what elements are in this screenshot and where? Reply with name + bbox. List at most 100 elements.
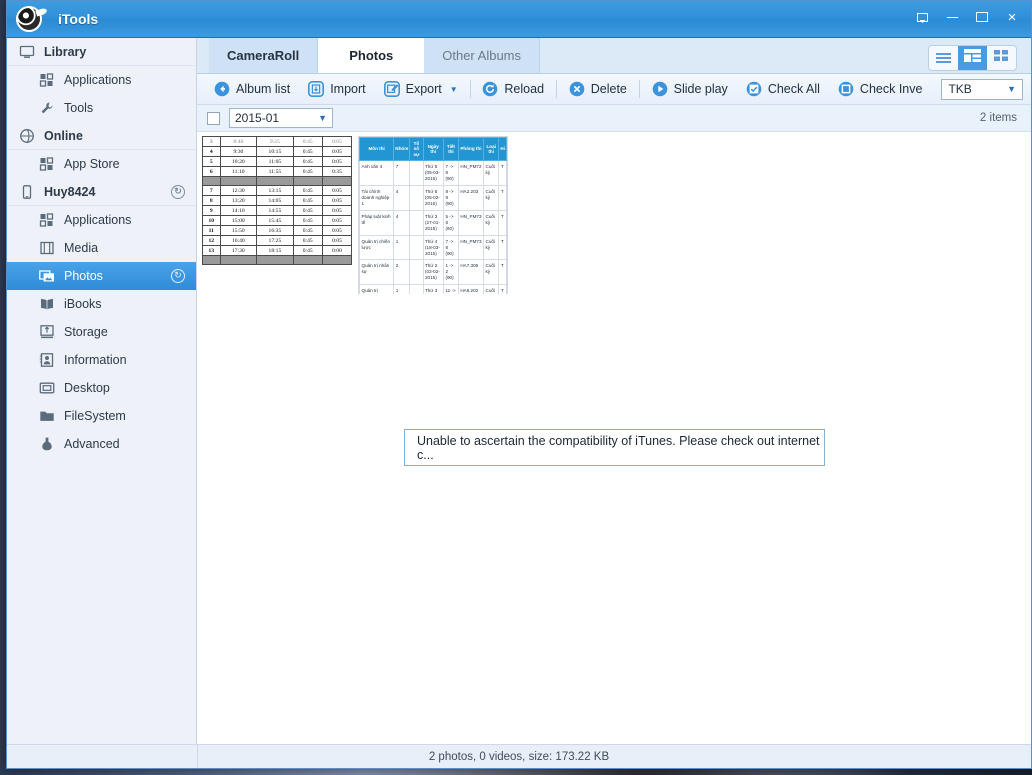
sidebar-item-filesystem[interactable]: FileSystem bbox=[7, 402, 196, 430]
slide-play-button[interactable]: Slide play bbox=[643, 77, 737, 102]
cell: Cuối kỳ bbox=[483, 259, 500, 286]
sidebar-item-desktop[interactable]: Desktop bbox=[7, 374, 196, 402]
cell: 4 bbox=[393, 209, 411, 236]
cell: Cuối kỳ bbox=[483, 184, 500, 211]
back-arrow-icon bbox=[214, 81, 230, 97]
compatibility-error-dialog[interactable]: Unable to ascertain the compatibility of… bbox=[404, 429, 825, 466]
cell: 11:55 bbox=[256, 166, 294, 177]
table-row: Anh văn 4 7 Thứ 5 (05-03-2015) 7 -> 8 (9… bbox=[358, 159, 507, 186]
tab-cameraroll[interactable]: CameraRoll bbox=[209, 37, 319, 73]
refresh-icon[interactable]: ↻ bbox=[171, 184, 185, 199]
book-icon bbox=[39, 296, 55, 312]
sidebar-item-label: Photos bbox=[64, 269, 103, 283]
cell: 0:45 bbox=[292, 215, 323, 226]
cell: HN_PM73 bbox=[457, 234, 485, 261]
cell: 0:45 bbox=[292, 156, 323, 167]
sidebar-item-label: Tools bbox=[64, 101, 94, 115]
cell: 18:15 bbox=[256, 245, 294, 256]
album-filter-select[interactable]: TKB ▼ bbox=[941, 78, 1023, 100]
table-row: Pháp luật kinh tế 4 Thứ 3 (27-01-2015) 5… bbox=[358, 209, 507, 236]
cell: 11:05 bbox=[256, 156, 294, 167]
cell bbox=[409, 159, 424, 186]
cell: Thứ 5 (05-02-2015) bbox=[422, 184, 444, 211]
maximize-button[interactable] bbox=[967, 5, 997, 29]
import-label: Import bbox=[330, 82, 366, 96]
sidebar-item-information[interactable]: Information bbox=[7, 346, 196, 374]
sidebar-item-app-store[interactable]: App Store bbox=[7, 150, 196, 178]
check-inverse-button[interactable]: Check Inve bbox=[829, 77, 932, 102]
cell: HA2.203 bbox=[457, 184, 485, 211]
cell: 7 -> 8 (90) bbox=[442, 159, 459, 186]
photo-thumbnail-timetable[interactable]: 3 8:40 9:25 0:45 0:05 4 9:30 10:15 0:45 bbox=[201, 136, 353, 294]
sidebar-item-media[interactable]: Media bbox=[7, 234, 196, 262]
grid-view-button[interactable] bbox=[987, 46, 1016, 70]
close-button[interactable]: × bbox=[997, 5, 1027, 29]
sidebar-item-advanced[interactable]: Advanced bbox=[7, 430, 196, 458]
cell: 5 -> 6 (60) bbox=[442, 209, 459, 236]
sidebar-group-online[interactable]: Online bbox=[7, 122, 196, 150]
cell: Thứ 2 (02-02-2015) bbox=[422, 259, 444, 286]
cell: Cuối kỳ bbox=[483, 284, 500, 294]
cell: 13 bbox=[202, 245, 221, 256]
cell: 0:05 bbox=[321, 146, 353, 157]
export-button[interactable]: Export ▼ bbox=[375, 77, 467, 102]
cell: HN_PM73 bbox=[457, 209, 485, 236]
sidebar-item-storage[interactable]: Storage bbox=[7, 318, 196, 346]
sidebar-item-label: Advanced bbox=[64, 437, 120, 451]
tab-photos[interactable]: Photos bbox=[318, 37, 425, 73]
delete-button[interactable]: Delete bbox=[560, 77, 636, 102]
sidebar-item-label: FileSystem bbox=[64, 409, 126, 423]
column-header: Tiết thi bbox=[442, 137, 459, 161]
cell: 1 -> 2 (90) bbox=[442, 259, 459, 286]
check-all-button[interactable]: Check All bbox=[737, 77, 829, 102]
cell: 13:20 bbox=[219, 195, 258, 206]
cell: 16:40 bbox=[219, 235, 258, 246]
table-row: 5 10:20 11:05 0:45 0:05 bbox=[202, 156, 353, 167]
album-list-button[interactable]: Album list bbox=[205, 77, 299, 102]
sidebar-item-applications[interactable]: Applications bbox=[7, 66, 196, 94]
cell: Quản trị chiến lược bbox=[358, 234, 395, 261]
chevron-down-icon[interactable]: ▼ bbox=[450, 85, 458, 94]
cell bbox=[409, 284, 424, 294]
tab-other-albums[interactable]: Other Albums bbox=[424, 37, 541, 73]
refresh-icon[interactable]: ↻ bbox=[171, 269, 185, 283]
date-group-select[interactable]: 2015-01 ▼ bbox=[229, 108, 333, 128]
check-inverse-label: Check Inve bbox=[859, 82, 923, 96]
cell: HN_PM72 bbox=[457, 159, 485, 186]
cell: 0:05 bbox=[321, 136, 353, 147]
cell: Thứ 4 (18-03-2015) bbox=[422, 234, 444, 261]
view-toggle-group bbox=[928, 45, 1017, 71]
sidebar-group-library[interactable]: Library bbox=[7, 38, 196, 66]
cell: 0:45 bbox=[292, 205, 323, 216]
skin-button[interactable] bbox=[907, 5, 937, 29]
sidebar-item-ibooks[interactable]: iBooks bbox=[7, 290, 196, 318]
sidebar-item-photos[interactable]: Photos ↻ bbox=[7, 262, 196, 290]
cell: 0:05 bbox=[321, 205, 353, 216]
cell: 0:05 bbox=[321, 185, 353, 196]
cell: 0:45 bbox=[292, 195, 323, 206]
sidebar: Library Applications Tools Online App St… bbox=[7, 38, 197, 744]
cell: 7 -> 8 (90) bbox=[442, 234, 459, 261]
cell: T bbox=[498, 259, 507, 286]
item-count-label: 2 items bbox=[979, 112, 1017, 124]
photo-thumbnail-exam-schedule[interactable]: Môn thi Nhóm Tổ số sự Ngày thi Tiết thi … bbox=[357, 136, 509, 294]
select-all-checkbox[interactable] bbox=[207, 111, 220, 125]
cell: 0:05 bbox=[321, 225, 353, 236]
cell: 0:35 bbox=[321, 166, 353, 177]
table-row: 9 14:10 14:55 0:45 0:05 bbox=[202, 205, 353, 216]
table-row: Quản trị nhân sự 2 Thứ 2 (02-02-2015) 1 … bbox=[358, 259, 507, 286]
table-row: 6 11:10 11:55 0:45 0:35 bbox=[202, 166, 353, 177]
sidebar-item-device-applications[interactable]: Applications bbox=[7, 206, 196, 234]
detail-view-button[interactable] bbox=[958, 46, 987, 70]
sidebar-item-tools[interactable]: Tools bbox=[7, 94, 196, 122]
album-filter-value: TKB bbox=[948, 82, 972, 96]
reload-button[interactable]: Reload bbox=[473, 77, 553, 102]
list-view-button[interactable] bbox=[929, 46, 958, 70]
column-header: Loại thi bbox=[483, 137, 500, 161]
sidebar-group-device[interactable]: Huy8424 ↻ bbox=[7, 178, 196, 206]
cell: 10:20 bbox=[219, 156, 258, 167]
import-button[interactable]: Import bbox=[299, 77, 374, 102]
column-header: Tổ số sự bbox=[409, 137, 424, 161]
desktop-icon bbox=[39, 380, 55, 396]
minimize-button[interactable] bbox=[937, 5, 967, 29]
